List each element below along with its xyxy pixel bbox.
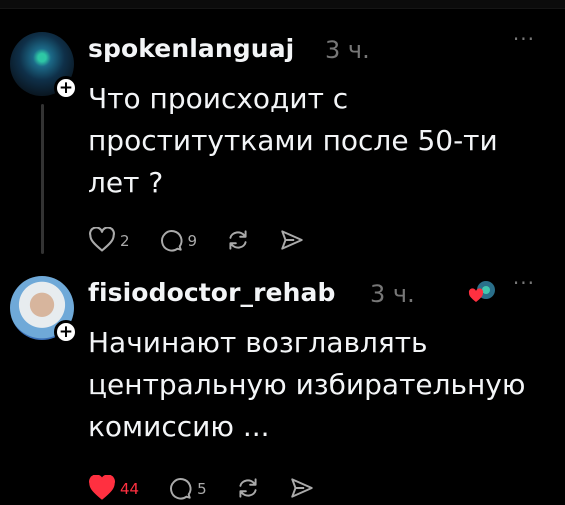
heart-icon <box>89 227 115 252</box>
reply-button[interactable]: 9 <box>158 227 198 253</box>
share-icon <box>290 478 313 498</box>
post-spokenlanguaj: + spokenlanguaj 3 ч. ··· Что происходит … <box>0 22 565 264</box>
repost-icon <box>239 478 257 498</box>
like-count: 2 <box>120 231 130 250</box>
action-bar: 44 5 <box>88 471 343 505</box>
heart-icon <box>89 475 115 500</box>
top-divider <box>0 0 565 9</box>
reply-icon <box>170 478 192 500</box>
reply-icon <box>160 230 182 252</box>
username[interactable]: fisiodoctor_rehab <box>88 278 335 307</box>
post-fisiodoctor: + fisiodoctor_rehab 3 ч. ··· Начинают во… <box>0 266 565 504</box>
thread-line <box>41 104 44 254</box>
post-text: Начинают возглавлять центральную избират… <box>88 326 526 443</box>
repost-button[interactable] <box>225 227 251 253</box>
post-text: Что происходит с проститутками после 50-… <box>88 82 498 199</box>
reply-button[interactable]: 5 <box>167 475 207 501</box>
like-count: 44 <box>120 479 140 498</box>
repost-icon <box>229 230 247 250</box>
author-liked-heart-icon <box>467 278 497 308</box>
avatar-container[interactable]: + <box>10 276 78 344</box>
more-icon[interactable]: ··· <box>513 271 535 295</box>
like-button[interactable]: 44 <box>88 475 139 501</box>
reply-count: 9 <box>187 231 198 250</box>
repost-button[interactable] <box>235 475 261 501</box>
timestamp: 3 ч. <box>370 280 415 308</box>
action-bar: 2 9 <box>88 223 333 257</box>
timestamp: 3 ч. <box>325 36 370 64</box>
share-button[interactable] <box>279 227 305 253</box>
follow-plus-icon[interactable]: + <box>54 76 78 100</box>
like-button[interactable]: 2 <box>88 227 130 253</box>
follow-plus-icon[interactable]: + <box>54 320 78 344</box>
username[interactable]: spokenlanguaj <box>88 34 294 63</box>
more-icon[interactable]: ··· <box>513 27 535 51</box>
share-icon <box>281 230 303 250</box>
avatar-container[interactable]: + <box>10 32 78 100</box>
reply-count: 5 <box>197 479 207 498</box>
share-button[interactable] <box>289 475 315 501</box>
